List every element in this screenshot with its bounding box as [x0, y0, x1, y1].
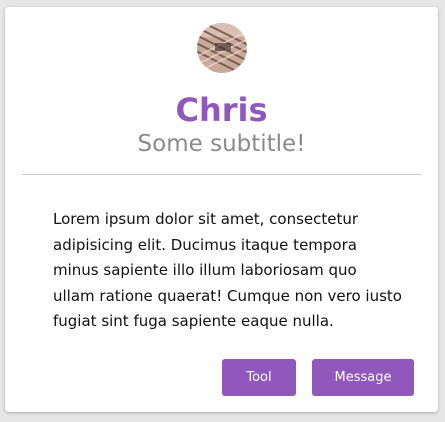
avatar-photo-icon [197, 23, 247, 73]
profile-subtitle: Some subtitle! [137, 131, 306, 157]
avatar [197, 23, 247, 73]
divider [22, 174, 422, 175]
profile-card: Chris Some subtitle! Lorem ipsum dolor s… [5, 7, 438, 412]
message-button[interactable]: Message [312, 359, 414, 396]
body-text: Lorem ipsum dolor sit amet, consectetur … [53, 210, 402, 330]
profile-name: Chris [175, 91, 268, 129]
tool-button[interactable]: Tool [222, 359, 296, 396]
